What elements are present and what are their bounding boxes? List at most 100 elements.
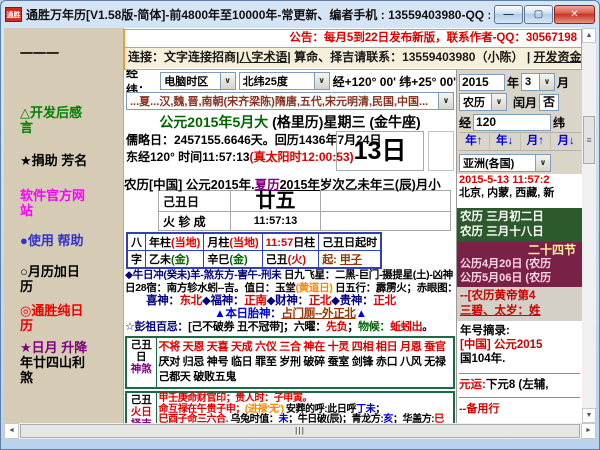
top-box: 公告：每月5到22日发布新版，联系作者-QQ：30567198 连接：文字连接招… <box>124 29 582 70</box>
sidebar-item-dashes: 一一一 <box>20 46 92 61</box>
links-bar: 连接：文字连接招商|八字术语| 算命、择吉请联系：13559403980（小陈）… <box>125 48 581 68</box>
bazi-table: 八 年柱(当地) 月柱(当地) 11:57日柱 己丑日起时 字 乙未(金) 辛巳… <box>126 232 382 269</box>
right-panel: 年 3 ∨ 月 农历 ∨ 闰月 否 经 <box>456 70 582 423</box>
dynasty-select[interactable]: ...夏...汉,魏,晋,南朝(宋齐梁陈)隋唐,五代,宋元明清,民国,中国...… <box>126 92 454 110</box>
dropdown-arrow-icon[interactable]: ∨ <box>314 73 329 89</box>
region-cities: 北京, 内蒙, 西藏, 新 <box>457 187 582 200</box>
month-value: 3 <box>525 76 531 88</box>
scroll-left-icon[interactable]: ◄ <box>4 423 19 439</box>
content-area: 一一一 △开发后感言 ★捐助 芳名 软件官方网站 ●使用 帮助 ○月历加日历 ◎… <box>4 28 596 439</box>
minimize-button[interactable]: — <box>494 5 523 24</box>
sidebar-item-tongsheng-calendar[interactable]: ◎通胜纯日历 <box>20 303 92 333</box>
latitude-select[interactable]: 北纬25度 ∨ <box>239 72 330 90</box>
region-select[interactable]: 亚洲(各国) ∨ <box>459 154 551 172</box>
app-window: 通胜 通胜万年历[V1.58版-简体]-前4800年至10000年-常更新、编者… <box>0 0 600 450</box>
scroll-up-icon[interactable]: ▲ <box>582 28 596 43</box>
era-roc-year: 国104年. <box>460 352 582 366</box>
zeji-table: 己丑 火日 择吉 甲壬庚命财官印；贵人时：子申寅。 命互禄在午贵子申；(进禄'无… <box>125 391 455 423</box>
taishen-link[interactable]: 占门厕--外正北 <box>281 308 355 320</box>
longitude-input[interactable] <box>473 114 551 131</box>
links-middle: | 算命、择吉请联系：13559403980（小陈） | <box>287 50 533 64</box>
scroll-down-icon[interactable]: ▼ <box>582 408 596 423</box>
calendar-type-value: 农历 <box>463 94 485 110</box>
maximize-button[interactable]: ▢ <box>524 5 553 24</box>
shensha-table: 己丑 日 神煞 不将 天恩 天喜 天成 六仪 三合 神在 十灵 四相 相日 月恩… <box>125 336 455 389</box>
date-nav-buttons: 年↑ 年↓ 月↑ 月↓ <box>459 132 581 151</box>
sidebar-item-official-site[interactable]: 软件官方网站 <box>20 188 92 218</box>
main-panel: 经纬： 电脑时区 ∨ 北纬25度 ∨ 经+120° 00' 纬+25° 00' … <box>124 70 456 423</box>
scroll-right-icon[interactable]: ► <box>581 423 596 439</box>
huangdi-line: --[农历黄帝第4 <box>460 289 582 304</box>
announcement-text: 每月5到22日发布新版，联系作者-QQ：30567198 <box>324 32 577 44</box>
weekday-zodiac: (格里历)星期三 (金牛座) <box>268 114 420 130</box>
day-ganzhi-cell: 己丑日 <box>159 191 231 212</box>
taisui-link[interactable]: 三碧、太岁：姓 <box>460 304 582 319</box>
jiazi-link[interactable]: 甲子 <box>340 254 362 266</box>
latitude-value: 北纬25度 <box>243 73 288 89</box>
dropdown-arrow-icon[interactable]: ∨ <box>535 155 550 171</box>
month-select[interactable]: 3 ∨ <box>521 73 555 91</box>
timezone-select[interactable]: 电脑时区 ∨ <box>160 72 235 90</box>
announcement-label: 公告： <box>289 32 324 44</box>
dynasty-row: ...夏...汉,魏,晋,南朝(宋齐梁陈)隋唐,五代,宋元明清,民国,中国...… <box>124 92 456 112</box>
dropdown-arrow-icon[interactable]: ∨ <box>220 73 235 89</box>
bazi-terms-link[interactable]: 八字术语 <box>239 50 287 64</box>
window-title: 通胜万年历[V1.58版-简体]-前4800年至10000年-常更新、编者手机 … <box>26 6 490 23</box>
horizontal-scrollbar-thumb[interactable]: ||| <box>20 424 580 438</box>
sidebar-item-help[interactable]: ●使用 帮助 <box>20 233 92 248</box>
mansion-line: 日28宿：南方轸水蚓--吉。值日：玉堂(黄道日) 日五行：霹雳火；赤眼图：富贵 <box>124 282 456 295</box>
empty-cell <box>321 212 451 231</box>
donate-link[interactable]: 开发资金捐助 <box>534 50 581 64</box>
era-country-year: [中国] 公元2015 <box>460 338 582 352</box>
date-header: 公元2015年5月大 (格里历)星期三 (金牛座) <box>124 112 456 130</box>
ganzhi-year: 岁次乙未年三(辰)月小 <box>320 178 441 192</box>
sidebar-item-month-day-calendar[interactable]: ○月历加日历 <box>20 264 92 294</box>
sidebar-item-sun-moon-rise[interactable]: ★日月 升降 <box>20 340 92 355</box>
divider <box>459 397 580 398</box>
app-icon: 通胜 <box>5 7 22 22</box>
lunar-day-cell: 廿五 <box>231 191 321 212</box>
horizontal-scrollbar[interactable]: ◄ ||| ► <box>4 423 596 439</box>
dropdown-arrow-icon[interactable]: ∨ <box>539 74 554 90</box>
fetal-god-line: ▲本日胎神：占门厕--外正北▲ <box>124 308 456 321</box>
inauspicious-gods: 厌对 归忌 神号 临日 罪至 岁刑 破碎 蚕室 剑锋 赤口 八风 无禄 己都天 … <box>159 356 446 383</box>
dropdown-arrow-icon[interactable]: ∨ <box>438 93 453 109</box>
date-controls: 年 3 ∨ 月 农历 ∨ 闰月 否 经 <box>457 70 582 174</box>
sidebar-item-24-mountains[interactable]: 年廿四山利煞 <box>20 355 92 385</box>
solar-term-2: 公历5月06日 (农历 <box>460 271 582 285</box>
dropdown-arrow-icon[interactable]: ∨ <box>491 94 506 110</box>
hour-start-cell: 起: 甲子 <box>319 251 382 269</box>
announcement-bar: 公告：每月5到22日发布新版，联系作者-QQ：30567198 <box>125 30 581 48</box>
sidebar-item-dev-feelings[interactable]: △开发后感言 <box>20 105 92 135</box>
gods-direction-line: 喜神：东北◆福神：正南◆财神：正北◆贵神：正北 <box>124 295 456 308</box>
zeji-content-cell: 甲壬庚命财官印；贵人时：子申寅。 命互禄在午贵子申；(进禄'无') 安葬的呼:此… <box>156 392 454 423</box>
month-up-button[interactable]: 月↑ <box>521 133 552 150</box>
sidebar-item-donors[interactable]: ★捐助 芳名 <box>20 153 92 168</box>
hour-pillar-header: 己丑日起时 <box>319 233 382 251</box>
time-line: 东经120° 时间11:57:13 <box>126 150 250 164</box>
coords-text: 经+120° 00' 纬+25° 00' <box>333 73 456 90</box>
gregorian-date: 公元2015年5月大 <box>159 114 268 130</box>
current-datetime: 2015-5-13 11:57:2 <box>457 174 582 187</box>
lunar-festival-block: 农历 三月初二日 农历 三月十八日 <box>457 208 582 242</box>
year-pillar-header: 年柱(当地) <box>146 233 204 251</box>
empty-cell <box>321 191 451 212</box>
year-down-button[interactable]: 年↓ <box>490 133 521 150</box>
yuanyun-line: 元运:下元8 (左辅, <box>457 379 582 392</box>
year-up-button[interactable]: 年↑ <box>459 133 490 150</box>
day-time-cell: 11:57:13 <box>231 212 321 231</box>
lunar-festival-2: 农历 三月十八日 <box>460 225 582 240</box>
month-down-button[interactable]: 月↓ <box>551 133 581 150</box>
timezone-value: 电脑时区 <box>164 73 208 89</box>
solar-term-1: 公历4月20日 (农历 <box>460 257 582 271</box>
year-input[interactable] <box>459 74 505 91</box>
calendar-type-select[interactable]: 农历 ∨ <box>459 93 507 111</box>
vertical-scrollbar[interactable]: ▲ ≡ ▼ <box>582 28 596 423</box>
leap-month-value[interactable]: 否 <box>539 94 559 111</box>
day-element-cell: 火 轸 成 <box>159 212 231 231</box>
close-button[interactable]: ✕ <box>554 5 595 24</box>
coords-row: 经纬： 电脑时区 ∨ 北纬25度 ∨ 经+120° 00' 纬+25° 00' <box>124 70 456 92</box>
lunar-festival-1: 农历 三月初二日 <box>460 210 582 225</box>
vertical-scrollbar-thumb[interactable]: ≡ <box>583 116 595 164</box>
zeji-label-cell: 己丑 火日 择吉 <box>126 392 156 423</box>
